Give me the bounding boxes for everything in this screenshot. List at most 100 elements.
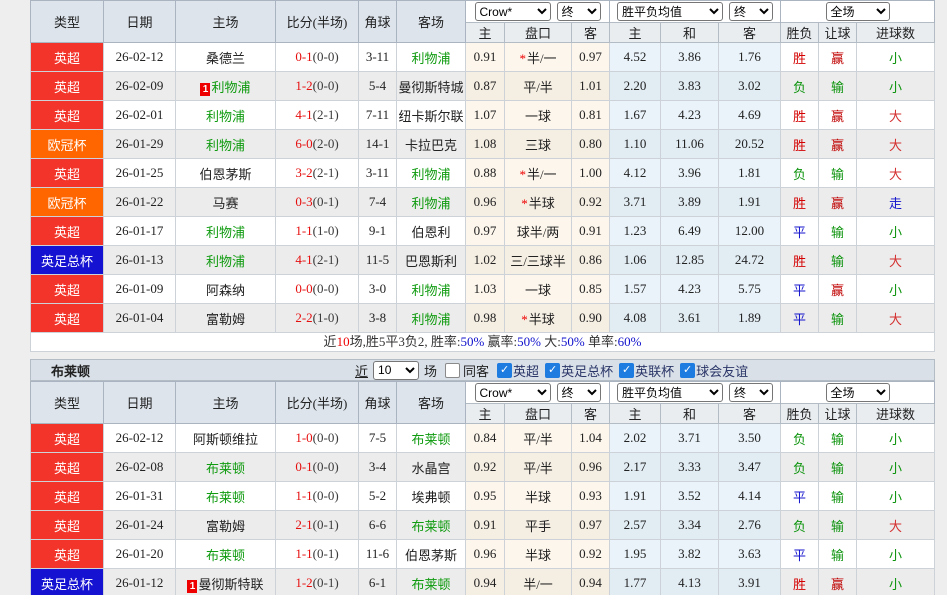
avg-away-odds: 2.76: [719, 511, 781, 540]
recent-count-select[interactable]: 10: [373, 361, 419, 380]
average-odds-select[interactable]: 胜平负均值: [617, 2, 723, 21]
match-row: 欧冠杯 26-01-22 马赛 0-3(0-1) 7-4 利物浦 0.96 *半…: [31, 188, 935, 217]
goals-result: 大: [857, 130, 935, 159]
score: 4-1(2-1): [276, 101, 359, 130]
match-row: 英超 26-02-08 布莱顿 0-1(0-0) 3-4 水晶宫 0.92 平/…: [31, 453, 935, 482]
wdl-result: 平: [781, 275, 819, 304]
league-filter: ✓英足总杯: [539, 361, 613, 380]
avg-home-odds: 4.12: [610, 159, 661, 188]
sub-header-handicap-home: 主: [466, 23, 505, 43]
score: 1-0(0-0): [276, 424, 359, 453]
avg-away-odds: 3.50: [719, 424, 781, 453]
same-away-checkbox[interactable]: [445, 363, 460, 378]
handicap-home-odds: 0.91: [466, 511, 505, 540]
avg-home-odds: 1.57: [610, 275, 661, 304]
away-team: 纽卡斯尔联: [397, 101, 466, 130]
handicap-away-odds: 0.90: [572, 304, 610, 333]
col-header-away: 客场: [397, 1, 466, 43]
handicap-result: 赢: [819, 569, 857, 595]
handicap-result: 输: [819, 246, 857, 275]
checkbox-checked-icon[interactable]: ✓: [497, 363, 512, 378]
handicap-line: 三/三球半: [505, 246, 572, 275]
avg-home-odds: 1.91: [610, 482, 661, 511]
final-odds-select[interactable]: 终: [557, 2, 601, 21]
final-odds-select[interactable]: 终: [557, 383, 601, 402]
average-odds-select[interactable]: 胜平负均值: [617, 383, 723, 402]
checkbox-checked-icon[interactable]: ✓: [680, 363, 695, 378]
handicap-away-odds: 0.80: [572, 130, 610, 159]
avg-draw-odds: 3.52: [661, 482, 719, 511]
league-badge: 英超: [31, 275, 104, 304]
away-team: 卡拉巴克: [397, 130, 466, 159]
handicap-home-odds: 0.92: [466, 453, 505, 482]
match-row: 英足总杯 26-01-12 1曼彻斯特联 1-2(0-1) 6-1 布莱顿 0.…: [31, 569, 935, 595]
corners: 11-5: [359, 246, 397, 275]
sub-header-avg-draw: 和: [661, 23, 719, 43]
corners: 3-0: [359, 275, 397, 304]
avg-draw-odds: 3.83: [661, 72, 719, 101]
wdl-result: 平: [781, 540, 819, 569]
away-team: 曼彻斯特城: [397, 72, 466, 101]
away-team: 利物浦: [397, 304, 466, 333]
handicap-line: *半/一: [505, 159, 572, 188]
match-date: 26-02-08: [104, 453, 176, 482]
handicap-line: 一球: [505, 275, 572, 304]
avg-home-odds: 2.57: [610, 511, 661, 540]
match-date: 26-02-01: [104, 101, 176, 130]
handicap-home-odds: 0.96: [466, 188, 505, 217]
avg-home-odds: 2.17: [610, 453, 661, 482]
avg-away-odds: 24.72: [719, 246, 781, 275]
wdl-result: 负: [781, 453, 819, 482]
checkbox-checked-icon[interactable]: ✓: [545, 363, 560, 378]
league-filter-label: 球会友谊: [696, 361, 748, 380]
goals-result: 小: [857, 43, 935, 72]
goals-result: 大: [857, 101, 935, 130]
handicap-away-odds: 0.81: [572, 101, 610, 130]
handicap-result: 赢: [819, 130, 857, 159]
col-header-type: 类型: [31, 1, 104, 43]
avg-draw-odds: 3.82: [661, 540, 719, 569]
scope-select[interactable]: 全场: [826, 2, 890, 21]
away-team: 伯恩茅斯: [397, 540, 466, 569]
handicap-away-odds: 0.92: [572, 188, 610, 217]
avg-away-odds: 4.14: [719, 482, 781, 511]
match-row: 英超 26-02-12 桑德兰 0-1(0-0) 3-11 利物浦 0.91 *…: [31, 43, 935, 72]
league-badge: 英超: [31, 424, 104, 453]
handicap-home-odds: 1.07: [466, 101, 505, 130]
goals-result: 小: [857, 453, 935, 482]
handicap-star-icon: *: [519, 167, 526, 182]
red-card-badge: 1: [200, 83, 210, 96]
handicap-result: 输: [819, 159, 857, 188]
sub-header-avg-away: 客: [719, 23, 781, 43]
final-odds-select-2[interactable]: 终: [729, 2, 773, 21]
bookmaker-select[interactable]: Crow*: [475, 2, 551, 21]
home-team: 布莱顿: [176, 482, 276, 511]
score: 0-0(0-0): [276, 275, 359, 304]
match-date: 26-01-25: [104, 159, 176, 188]
handicap-home-odds: 0.84: [466, 424, 505, 453]
checkbox-checked-icon[interactable]: ✓: [619, 363, 634, 378]
bookmaker-select[interactable]: Crow*: [475, 383, 551, 402]
recent-label: 近: [355, 361, 368, 380]
match-row: 英超 26-01-25 伯恩茅斯 3-2(2-1) 3-11 利物浦 0.88 …: [31, 159, 935, 188]
home-team: 利物浦: [176, 130, 276, 159]
handicap-line: *半/一: [505, 43, 572, 72]
home-team: 布莱顿: [176, 453, 276, 482]
league-badge: 英超: [31, 453, 104, 482]
league-badge: 英足总杯: [31, 246, 104, 275]
home-team: 利物浦: [176, 101, 276, 130]
match-date: 26-02-12: [104, 43, 176, 72]
goals-result: 大: [857, 246, 935, 275]
avg-away-odds: 3.91: [719, 569, 781, 595]
league-badge: 英超: [31, 304, 104, 333]
match-date: 26-01-17: [104, 217, 176, 246]
match-row: 英超 26-01-24 富勒姆 2-1(0-1) 6-6 布莱顿 0.91 平手…: [31, 511, 935, 540]
handicap-home-odds: 0.88: [466, 159, 505, 188]
sub-header-handicap-home: 主: [466, 404, 505, 424]
league-badge: 英足总杯: [31, 569, 104, 595]
handicap-result: 输: [819, 453, 857, 482]
scope-select[interactable]: 全场: [826, 383, 890, 402]
league-badge: 英超: [31, 43, 104, 72]
avg-away-odds: 20.52: [719, 130, 781, 159]
final-odds-select-2[interactable]: 终: [729, 383, 773, 402]
